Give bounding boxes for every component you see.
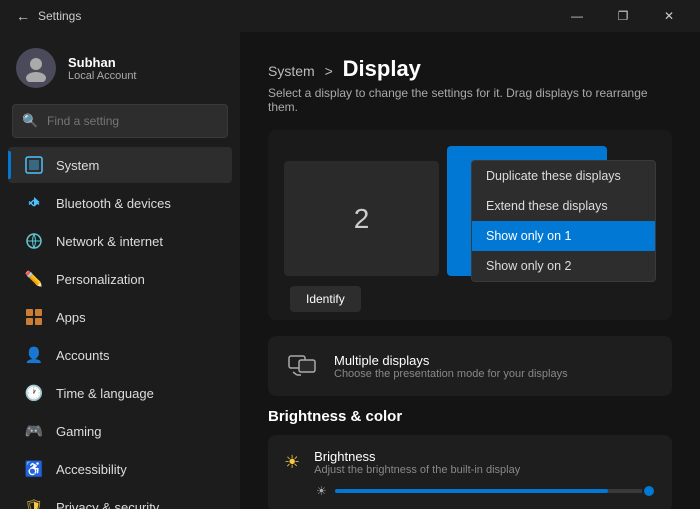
brightness-card: ☀ Brightness Adjust the brightness of th… [268,435,672,509]
dropdown-item-show1[interactable]: Show only on 1 [472,221,655,251]
breadcrumb-parent: System [268,63,315,79]
sidebar-item-network[interactable]: Network & internet [8,223,232,259]
dropdown-item-show2[interactable]: Show only on 2 [472,251,655,281]
sidebar-item-personalization[interactable]: ✏️ Personalization [8,261,232,297]
sidebar-item-label-gaming: Gaming [56,424,102,439]
network-icon [24,231,44,251]
apps-icon [24,307,44,327]
sidebar: Subhan Local Account 🔍 System [0,32,240,509]
brightness-title: Brightness [314,449,520,464]
search-container: 🔍 [12,104,228,138]
slider-thumb [642,484,656,498]
sidebar-item-label-time: Time & language [56,386,154,401]
sidebar-item-apps[interactable]: Apps [8,299,232,335]
bluetooth-icon [24,193,44,213]
sidebar-item-gaming[interactable]: 🎮 Gaming [8,413,232,449]
monitor-2[interactable]: 2 [284,161,439,276]
sidebar-item-label-apps: Apps [56,310,86,325]
user-profile[interactable]: Subhan Local Account [0,40,240,104]
search-input[interactable] [12,104,228,138]
gaming-icon: 🎮 [24,421,44,441]
avatar [16,48,56,88]
multiple-displays-icon [284,348,320,384]
sidebar-item-time[interactable]: 🕐 Time & language [8,375,232,411]
page-subtitle: Select a display to change the settings … [268,86,672,114]
back-icon[interactable]: ← [16,8,30,24]
sidebar-item-bluetooth[interactable]: Bluetooth & devices [8,185,232,221]
personalization-icon: ✏️ [24,269,44,289]
title-bar-left: ← Settings [16,8,81,24]
close-button[interactable]: ✕ [646,0,692,32]
maximize-button[interactable]: ❐ [600,0,646,32]
window-controls: — ❐ ✕ [554,0,692,32]
sidebar-item-label-system: System [56,158,99,173]
brightness-row: ☀ Brightness Adjust the brightness of th… [284,449,656,476]
slider-fill [335,489,608,493]
multiple-displays-card[interactable]: Multiple displays Choose the presentatio… [268,336,672,396]
sidebar-item-label-accounts: Accounts [56,348,109,363]
display-preview-area: 2 1 Duplicate these displays Extend thes… [268,130,672,320]
sidebar-item-system[interactable]: System [8,147,232,183]
search-icon: 🔍 [22,113,38,129]
sidebar-item-accessibility[interactable]: ♿ Accessibility [8,451,232,487]
multiple-displays-title: Multiple displays [334,353,568,368]
main-layout: Subhan Local Account 🔍 System [0,32,700,509]
dropdown-item-duplicate[interactable]: Duplicate these displays [472,161,655,191]
sidebar-item-label-privacy: Privacy & security [56,500,159,509]
sidebar-item-label-bluetooth: Bluetooth & devices [56,196,171,211]
brightness-section-title: Brightness & color [268,408,672,425]
brightness-slider-row: ☀ [284,484,656,498]
brightness-sun-icon: ☀ [284,452,300,473]
multiple-displays-text: Multiple displays Choose the presentatio… [334,353,568,380]
accessibility-icon: ♿ [24,459,44,479]
identify-area: Identify [284,286,656,312]
time-icon: 🕐 [24,383,44,403]
identify-button[interactable]: Identify [290,286,361,312]
sidebar-item-label-accessibility: Accessibility [56,462,127,477]
brightness-info: Brightness Adjust the brightness of the … [314,449,520,476]
app-title: Settings [38,9,81,23]
username: Subhan [68,55,137,70]
breadcrumb: System > Display [268,56,672,82]
system-icon [24,155,44,175]
brightness-low-icon: ☀ [316,484,327,498]
sidebar-item-privacy[interactable]: 🛡 Privacy & security [8,489,232,509]
dropdown-item-extend[interactable]: Extend these displays [472,191,655,221]
content-area: System > Display Select a display to cha… [240,32,700,509]
privacy-icon: 🛡 [24,497,44,509]
brightness-subtitle: Adjust the brightness of the built-in di… [314,464,520,476]
user-info: Subhan Local Account [68,55,137,82]
minimize-button[interactable]: — [554,0,600,32]
display-dropdown: Duplicate these displays Extend these di… [471,160,656,282]
breadcrumb-current: Display [343,56,421,81]
sidebar-item-accounts[interactable]: 👤 Accounts [8,337,232,373]
sidebar-item-label-personalization: Personalization [56,272,145,287]
monitors-row: 2 1 Duplicate these displays Extend thes… [284,146,656,276]
multiple-displays-subtitle: Choose the presentation mode for your di… [334,368,568,380]
account-type: Local Account [68,70,137,82]
title-bar: ← Settings — ❐ ✕ [0,0,700,32]
breadcrumb-separator: > [325,63,337,79]
sidebar-item-label-network: Network & internet [56,234,163,249]
brightness-slider[interactable] [335,489,656,493]
accounts-icon: 👤 [24,345,44,365]
